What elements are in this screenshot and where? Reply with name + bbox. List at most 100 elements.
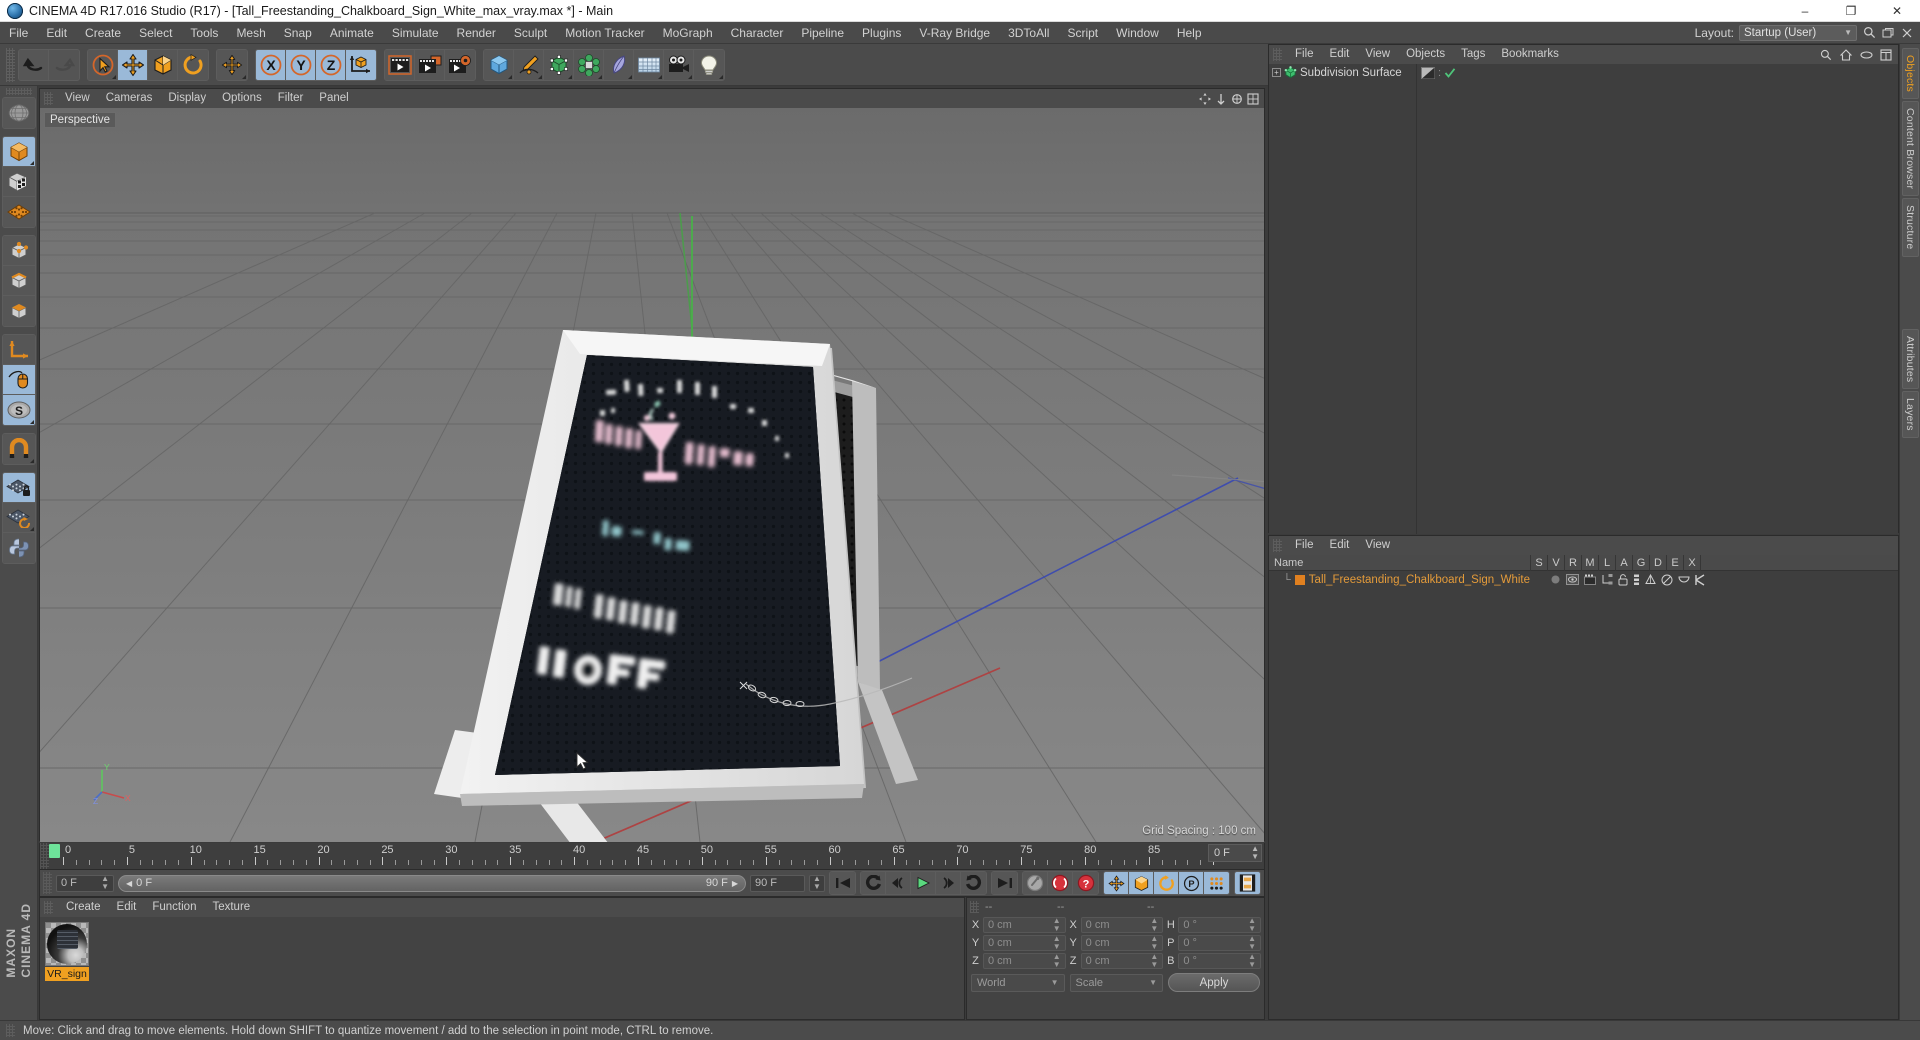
left-palette-grip[interactable]: [5, 88, 32, 95]
stepper-icon[interactable]: ▲ ▼: [1053, 934, 1061, 951]
stepper-icon[interactable]: ▲ ▼: [1248, 952, 1256, 969]
range-left-arrow-icon[interactable]: ◀: [126, 879, 132, 888]
key-scale-button[interactable]: [1129, 872, 1154, 894]
coord-input-size-x[interactable]: 0 cm ▲ ▼: [1080, 916, 1164, 933]
play-button[interactable]: [911, 872, 936, 894]
add-scene-object-button[interactable]: [634, 49, 664, 80]
manager-icon[interactable]: [1601, 574, 1613, 585]
coord-input-rotation-b[interactable]: 0 ° ▲ ▼: [1178, 952, 1262, 969]
enable-axis-modification-button[interactable]: [2, 335, 35, 365]
layout-select[interactable]: Startup (User) ▼: [1739, 24, 1857, 41]
generator-icon[interactable]: [1645, 573, 1656, 586]
menu-item-file[interactable]: File: [0, 22, 37, 44]
menu-item-window[interactable]: Window: [1107, 22, 1168, 44]
maximize-viewport-icon[interactable]: [1246, 92, 1260, 106]
coord-input-position-y[interactable]: 0 cm ▲ ▼: [983, 934, 1066, 951]
go-to-start-button[interactable]: [830, 872, 855, 894]
material-menu-texture[interactable]: Texture: [204, 898, 258, 917]
menu-item-pipeline[interactable]: Pipeline: [792, 22, 853, 44]
material-list[interactable]: VR_sign: [40, 917, 964, 986]
coordinate-mode-select[interactable]: Scale ▼: [1069, 973, 1163, 992]
magnet-button[interactable]: [2, 434, 35, 464]
menu-item-plugins[interactable]: Plugins: [853, 22, 910, 44]
lock-x-axis-button[interactable]: X: [256, 49, 286, 80]
checkmark-tag[interactable]: [1444, 67, 1456, 79]
stepper-icon[interactable]: ▲ ▼: [1150, 916, 1158, 933]
viewport-menu-view[interactable]: View: [57, 89, 98, 108]
material-preview-thumbnail[interactable]: [45, 922, 89, 966]
scale-tool-button[interactable]: [148, 49, 178, 80]
window-restore-icon[interactable]: [1881, 26, 1895, 40]
coord-input-size-z[interactable]: 0 cm ▲ ▼: [1080, 952, 1164, 969]
menu-item-edit[interactable]: Edit: [37, 22, 76, 44]
texture-mode-button[interactable]: [2, 167, 35, 197]
live-selection-button[interactable]: [88, 49, 118, 80]
lock-icon[interactable]: [1618, 573, 1628, 586]
vtab-objects[interactable]: Objects: [1901, 48, 1919, 99]
layer-menu-edit[interactable]: Edit: [1322, 536, 1358, 555]
expression-icon[interactable]: [1695, 573, 1706, 586]
rotate-workplane-button[interactable]: [2, 503, 35, 533]
menu-item-motion-tracker[interactable]: Motion Tracker: [556, 22, 653, 44]
rotate-tool-button[interactable]: [178, 49, 208, 80]
layer-menu-view[interactable]: View: [1357, 536, 1398, 555]
enable-object-axis-button[interactable]: [2, 365, 35, 395]
pan-view-icon[interactable]: [1198, 92, 1212, 106]
window-close-icon[interactable]: [1900, 26, 1914, 40]
max-frame-field[interactable]: 90 F: [750, 874, 805, 892]
menu-item-v-ray-bridge[interactable]: V-Ray Bridge: [910, 22, 999, 44]
menu-item-animate[interactable]: Animate: [321, 22, 383, 44]
column-header-s[interactable]: S: [1531, 554, 1548, 571]
vtab-content-browser[interactable]: Content Browser: [1901, 101, 1919, 197]
add-nurbs-button[interactable]: [544, 49, 574, 80]
add-spline-button[interactable]: [514, 49, 544, 80]
menu-item-3dtoall[interactable]: 3DToAll: [999, 22, 1058, 44]
menu-item-render[interactable]: Render: [448, 22, 505, 44]
layer-manager-grip[interactable]: [1273, 539, 1282, 552]
coordinate-system-button[interactable]: [346, 49, 376, 80]
material-item[interactable]: VR_sign: [45, 922, 89, 981]
animation-icon[interactable]: [1633, 574, 1640, 586]
material-manager-grip[interactable]: [44, 901, 53, 914]
toolbar-grip[interactable]: [6, 47, 15, 82]
key-parameter-button[interactable]: P: [1179, 872, 1204, 894]
render-tag[interactable]: [1421, 66, 1435, 79]
column-header-d[interactable]: D: [1650, 554, 1667, 571]
coord-input-rotation-h[interactable]: 0 ° ▲ ▼: [1178, 916, 1262, 933]
key-point-level-animation-button[interactable]: [1204, 872, 1229, 894]
column-header-m[interactable]: M: [1582, 554, 1599, 571]
add-camera-button[interactable]: [664, 49, 694, 80]
close-button[interactable]: ✕: [1874, 0, 1920, 22]
material-menu-function[interactable]: Function: [144, 898, 204, 917]
stepper-icon[interactable]: ▲ ▼: [1053, 952, 1061, 969]
viewport-menu-options[interactable]: Options: [214, 89, 270, 108]
move-alt-button[interactable]: [217, 49, 247, 80]
go-to-end-button[interactable]: [992, 872, 1017, 894]
next-key-button[interactable]: [961, 872, 986, 894]
menu-item-create[interactable]: Create: [76, 22, 130, 44]
timeline-button[interactable]: [1235, 872, 1260, 894]
object-menu-objects[interactable]: Objects: [1398, 45, 1453, 64]
timeline-ruler[interactable]: 051015202530354045505560657075808590: [49, 843, 1264, 869]
key-position-button[interactable]: [1104, 872, 1129, 894]
maximize-button[interactable]: ❐: [1828, 0, 1874, 22]
keyframe-selection-button[interactable]: ?: [1073, 872, 1098, 894]
object-menu-view[interactable]: View: [1357, 45, 1398, 64]
frame-range-slider[interactable]: ◀ 0 F 90 F ▶: [118, 874, 746, 892]
column-header-a[interactable]: A: [1616, 554, 1633, 571]
coord-input-position-x[interactable]: 0 cm ▲ ▼: [983, 916, 1066, 933]
column-header-r[interactable]: R: [1565, 554, 1582, 571]
min-frame-field[interactable]: 0 F ▲ ▼: [56, 874, 114, 892]
vtab-attributes[interactable]: Attributes: [1901, 328, 1919, 389]
menu-item-tools[interactable]: Tools: [181, 22, 227, 44]
object-tree[interactable]: + Subdivision Surface: [1269, 64, 1417, 534]
python-script-button[interactable]: [2, 533, 35, 563]
status-bar-grip[interactable]: [6, 1024, 15, 1037]
column-header-g[interactable]: G: [1633, 554, 1650, 571]
fit-icon[interactable]: [1879, 48, 1893, 62]
coord-input-position-z[interactable]: 0 cm ▲ ▼: [983, 952, 1066, 969]
viewport-grip[interactable]: [44, 92, 53, 105]
material-menu-edit[interactable]: Edit: [109, 898, 145, 917]
column-header-l[interactable]: L: [1599, 554, 1616, 571]
timeline-grip[interactable]: [40, 843, 49, 869]
